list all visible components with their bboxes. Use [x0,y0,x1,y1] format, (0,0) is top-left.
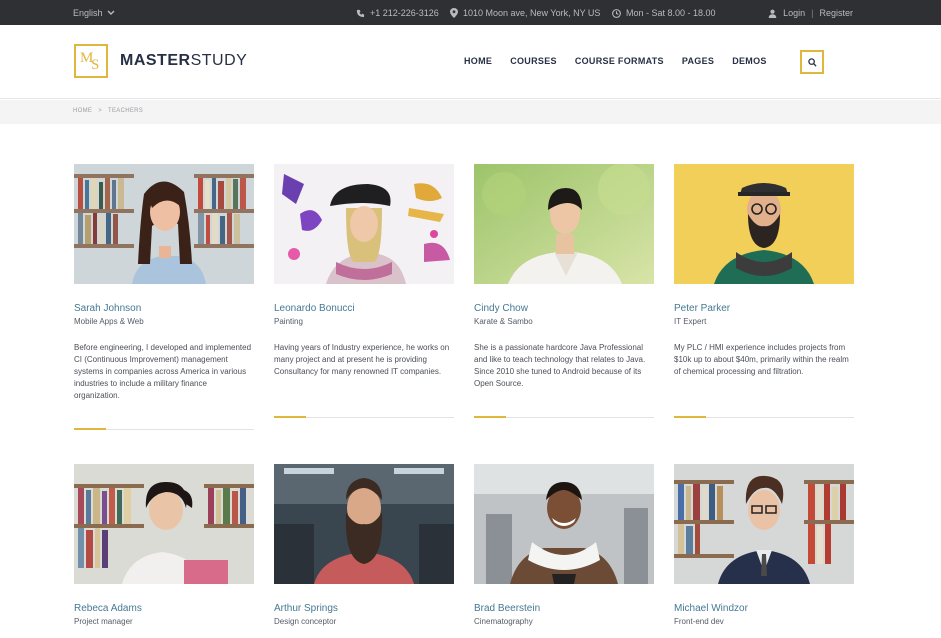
divider-accent [474,416,506,418]
breadcrumb-home[interactable]: HOME [73,108,92,114]
map-pin-icon [450,8,458,18]
teacher-card: Peter Parker IT Expert My PLC / HMI expe… [674,164,854,418]
phone-number: +1 212-226-3126 [370,8,439,18]
teacher-name[interactable]: Brad Beerstein [474,603,654,614]
teacher-card: Leonardo Bonucci Painting Having years o… [274,164,454,418]
teacher-bio: Before engineering, I developed and impl… [74,343,252,400]
teacher-photo[interactable] [274,464,454,584]
teacher-photo[interactable] [674,164,854,284]
nav-courses[interactable]: COURSES [510,56,557,66]
teacher-name[interactable]: Cindy Chow [474,303,654,314]
main-nav: HOME COURSES COURSE FORMATS PAGES DEMOS [464,56,767,66]
card-divider [274,416,454,418]
auth-links: Login | Register [768,8,853,18]
breadcrumb: HOME > TEACHERS [73,108,143,114]
language-selector[interactable]: English [73,8,115,18]
teacher-photo[interactable] [474,464,654,584]
phone-icon [356,9,365,17]
teacher-role: Design conceptor [274,617,337,626]
site-header: M S MASTERSTUDY HOME COURSES COURSE FORM… [0,25,941,99]
breadcrumb-bar: HOME > TEACHERS [0,100,941,124]
teacher-card: Michael Windzor Front-end dev [674,464,854,626]
language-label: English [73,8,103,18]
teacher-role: Cinematography [474,617,533,626]
teacher-role: IT Expert [674,317,707,326]
teacher-role: Project manager [74,617,133,626]
divider-accent [274,416,306,418]
search-button[interactable] [800,50,824,74]
logo-initial-s: S [91,57,100,73]
teacher-role: Karate & Sambo [474,317,533,326]
teacher-photo[interactable] [274,164,454,284]
teacher-name[interactable]: Rebeca Adams [74,603,254,614]
logo-mark: M S [74,44,108,78]
user-icon [768,9,777,18]
hours-info: Mon - Sat 8.00 - 18.00 [612,8,716,18]
chevron-down-icon [107,10,115,15]
teacher-card: Brad Beerstein Cinematography [474,464,654,626]
teacher-role: Mobile Apps & Web [74,317,144,326]
divider-accent [674,416,706,418]
nav-demos[interactable]: DEMOS [732,56,767,66]
teacher-card: Rebeca Adams Project manager [74,464,254,626]
divider-accent [74,428,106,430]
logo-wordmark-bold: MASTER [120,52,191,69]
teacher-name[interactable]: Peter Parker [674,303,854,314]
login-link[interactable]: Login [783,8,805,18]
phone-info: +1 212-226-3126 [356,8,439,18]
teacher-bio: She is a passionate hardcore Java Profes… [474,343,646,388]
teacher-card: Sarah Johnson Mobile Apps & Web Before e… [74,164,254,430]
address-info: 1010 Moon ave, New York, NY US [450,8,600,18]
teacher-photo[interactable] [74,164,254,284]
teacher-photo[interactable] [74,464,254,584]
nav-home[interactable]: HOME [464,56,492,66]
logo-wordmark-light: STUDY [190,52,248,69]
teacher-photo[interactable] [674,464,854,584]
auth-separator: | [811,8,814,18]
teacher-name[interactable]: Sarah Johnson [74,303,254,314]
card-divider [74,428,254,430]
teacher-card: Arthur Springs Design conceptor [274,464,454,626]
teacher-name[interactable]: Leonardo Bonucci [274,303,454,314]
top-bar: English +1 212-226-3126 1010 Moon ave, N… [0,0,941,25]
register-link[interactable]: Register [819,8,853,18]
teacher-photo[interactable] [474,164,654,284]
breadcrumb-current: TEACHERS [108,108,144,114]
nav-course-formats[interactable]: COURSE FORMATS [575,56,664,66]
hours-text: Mon - Sat 8.00 - 18.00 [626,8,716,18]
logo-wordmark: MASTERSTUDY [120,52,247,70]
address-text: 1010 Moon ave, New York, NY US [463,8,601,18]
search-icon [807,57,817,67]
site-logo[interactable]: M S MASTERSTUDY [74,44,247,78]
breadcrumb-separator: > [98,108,103,114]
teacher-name[interactable]: Michael Windzor [674,603,854,614]
clock-icon [612,8,621,18]
teacher-role: Front-end dev [674,617,724,626]
nav-pages[interactable]: PAGES [682,56,714,66]
card-divider [474,416,654,418]
teacher-name[interactable]: Arthur Springs [274,603,454,614]
teacher-bio: Having years of Industry experience, he … [274,343,450,376]
teacher-card: Cindy Chow Karate & Sambo She is a passi… [474,164,654,418]
card-divider [674,416,854,418]
teacher-role: Painting [274,317,303,326]
teacher-bio: My PLC / HMI experience includes project… [674,343,849,376]
